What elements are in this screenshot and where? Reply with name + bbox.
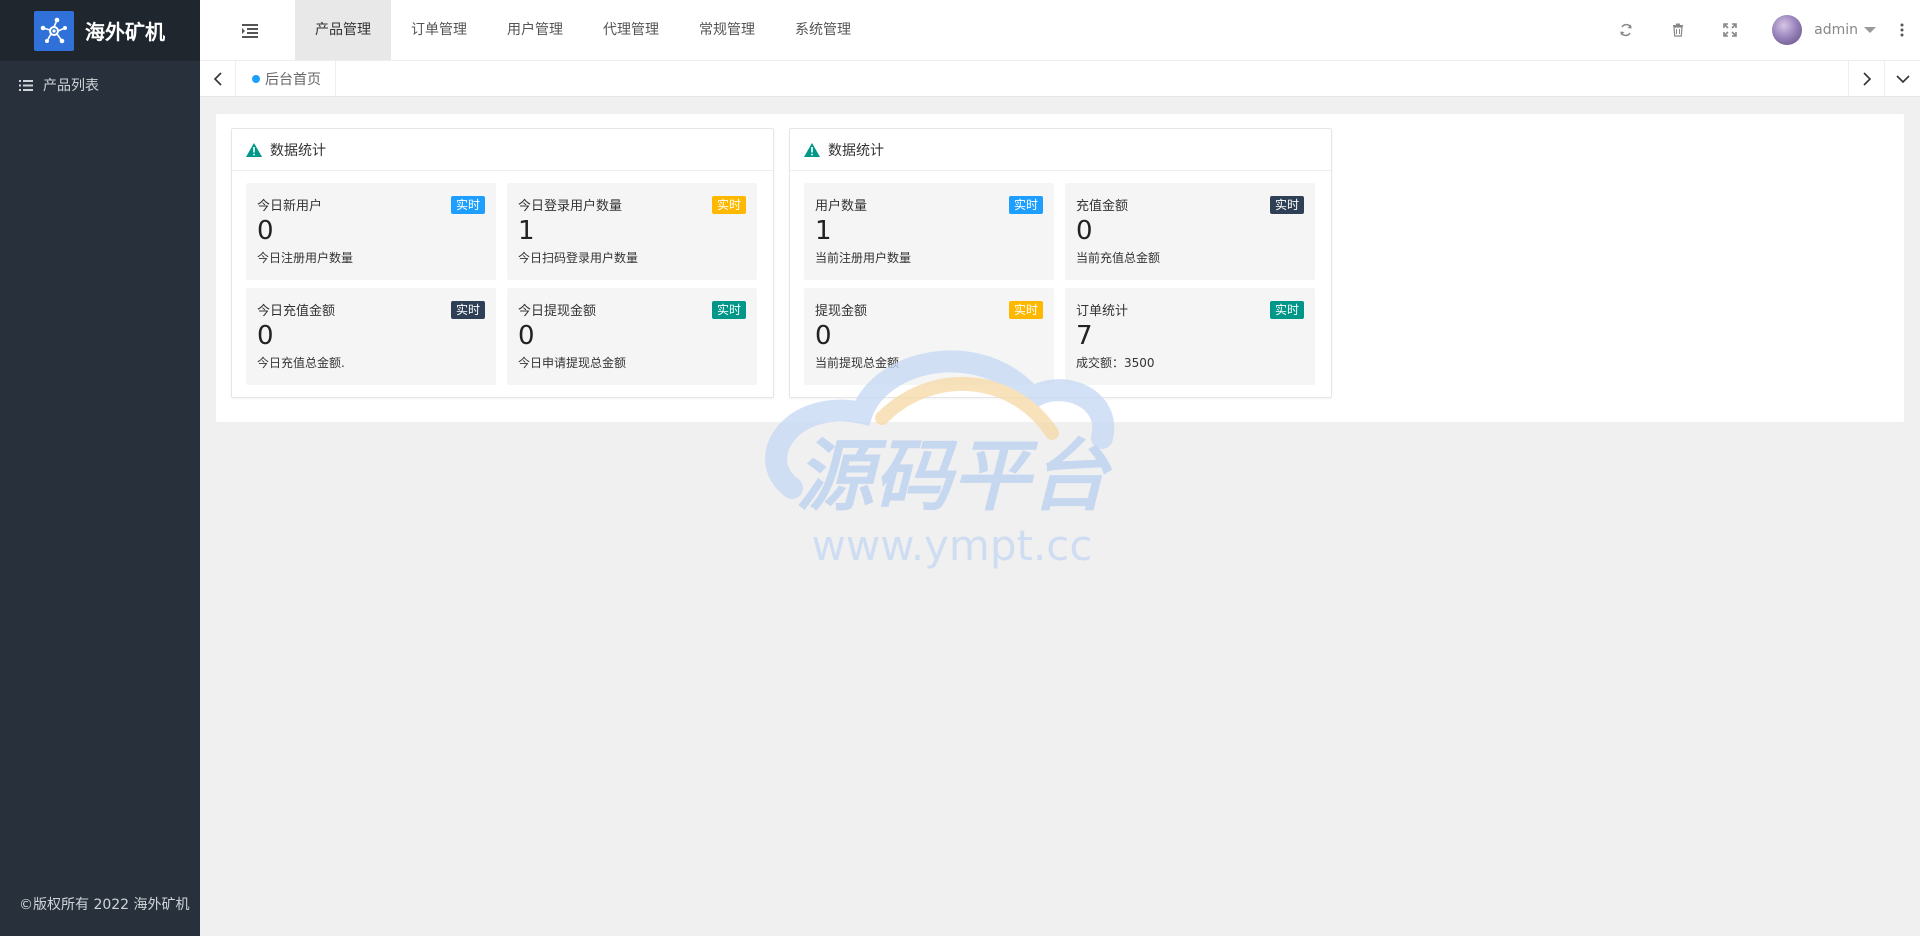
stat-desc: 当前注册用户数量 <box>815 251 912 265</box>
more-vertical-icon <box>1900 23 1904 37</box>
stat-value: 0 <box>257 321 274 351</box>
refresh-button[interactable] <box>1600 0 1652 60</box>
stat-desc: 今日充值总金额. <box>257 356 345 370</box>
watermark-url: www.ympt.cc <box>812 521 1093 570</box>
realtime-badge: 实时 <box>1269 301 1304 319</box>
stat-box-withdraw-amount: 提现金额 实时 0 当前提现总金额 <box>804 288 1054 385</box>
realtime-badge: 实时 <box>711 301 746 319</box>
nav-product-management[interactable]: 产品管理 <box>295 0 391 60</box>
stat-box-today-recharge: 今日充值金额 实时 0 今日充值总金额. <box>246 288 496 385</box>
realtime-badge: 实时 <box>1008 301 1043 319</box>
warning-icon <box>804 142 820 157</box>
panel-title: 数据统计 <box>270 142 326 159</box>
stat-desc: 成交额：3500 <box>1076 356 1155 370</box>
stat-box-recharge-amount: 充值金额 实时 0 当前充值总金额 <box>1065 183 1315 280</box>
nav-agent-management[interactable]: 代理管理 <box>583 0 679 60</box>
realtime-badge: 实时 <box>711 196 746 214</box>
panel-header: 数据统计 <box>790 129 1331 171</box>
refresh-icon <box>1620 23 1632 37</box>
nav-order-management[interactable]: 订单管理 <box>391 0 487 60</box>
tabs-menu-button[interactable] <box>1884 61 1920 97</box>
logo[interactable]: 海外矿机 <box>0 0 200 61</box>
header-toolbar: admin <box>1600 0 1920 60</box>
nav-system-management[interactable]: 系统管理 <box>775 0 871 60</box>
copyright-footer: ©版权所有 2022 海外矿机 <box>19 897 190 913</box>
panel-header: 数据统计 <box>232 129 773 171</box>
stat-box-order-stats: 订单统计 实时 7 成交额：3500 <box>1065 288 1315 385</box>
stat-value: 0 <box>257 216 274 246</box>
stat-value: 0 <box>518 321 535 351</box>
stat-desc: 当前提现总金额 <box>815 356 900 370</box>
nav-general-management[interactable]: 常规管理 <box>679 0 775 60</box>
dashboard-card: 数据统计 今日新用户 实时 0 今日注册用户数量 今日登录用户数量 实时 1 今… <box>216 114 1904 422</box>
chevron-down-icon <box>1895 75 1910 84</box>
realtime-badge: 实时 <box>1269 196 1304 214</box>
watermark-title: 源码平台 <box>796 432 1113 522</box>
clear-cache-button[interactable] <box>1652 0 1704 60</box>
sidebar: 海外矿机 产品列表 ©版权所有 2022 海外矿机 <box>0 0 200 936</box>
fullscreen-button[interactable] <box>1704 0 1756 60</box>
stat-value: 1 <box>518 216 535 246</box>
top-header: 产品管理 订单管理 用户管理 代理管理 常规管理 系统管理 admin <box>200 0 1920 61</box>
page-tabs: 后台首页 <box>200 61 1920 97</box>
chevron-right-icon <box>1862 72 1871 86</box>
fullscreen-icon <box>1723 23 1737 37</box>
stat-value: 0 <box>1076 216 1093 246</box>
stat-desc: 今日注册用户数量 <box>257 251 354 265</box>
tabs-scroll-right-button[interactable] <box>1848 61 1884 97</box>
username: admin <box>1814 22 1858 38</box>
stat-value: 1 <box>815 216 832 246</box>
tabs-scroll-left-button[interactable] <box>200 61 236 97</box>
tab-dashboard-home[interactable]: 后台首页 <box>236 61 336 97</box>
realtime-badge: 实时 <box>450 301 485 319</box>
chevron-left-icon <box>213 72 222 86</box>
warning-icon <box>246 142 262 157</box>
sidebar-item-label: 产品列表 <box>43 78 99 94</box>
stat-box-today-new-users: 今日新用户 实时 0 今日注册用户数量 <box>246 183 496 280</box>
tab-label: 后台首页 <box>265 72 321 88</box>
stat-desc: 今日扫码登录用户数量 <box>518 251 639 265</box>
stat-box-today-withdraw: 今日提现金额 实时 0 今日申请提现总金额 <box>507 288 757 385</box>
user-menu[interactable]: admin <box>1756 0 1884 60</box>
stat-value: 0 <box>815 321 832 351</box>
stats-panel-total: 数据统计 用户数量 实时 1 当前注册用户数量 充值金额 实时 0 当前充值总金… <box>789 128 1332 398</box>
chevron-down-icon <box>1864 27 1876 33</box>
avatar <box>1772 15 1803 45</box>
top-nav: 产品管理 订单管理 用户管理 代理管理 常规管理 系统管理 <box>295 0 871 60</box>
realtime-badge: 实时 <box>1008 196 1043 214</box>
active-dot-icon <box>252 75 260 83</box>
nav-user-management[interactable]: 用户管理 <box>487 0 583 60</box>
stat-desc: 今日申请提现总金额 <box>518 356 627 370</box>
stat-box-today-login-users: 今日登录用户数量 实时 1 今日扫码登录用户数量 <box>507 183 757 280</box>
stat-box-user-count: 用户数量 实时 1 当前注册用户数量 <box>804 183 1054 280</box>
more-button[interactable] <box>1884 0 1920 60</box>
stat-value: 7 <box>1076 321 1093 351</box>
stat-desc: 当前充值总金额 <box>1076 251 1161 265</box>
sidebar-item-product-list[interactable]: 产品列表 <box>0 61 200 109</box>
stats-panel-today: 数据统计 今日新用户 实时 0 今日注册用户数量 今日登录用户数量 实时 1 今… <box>231 128 774 398</box>
panel-title: 数据统计 <box>828 142 884 159</box>
realtime-badge: 实时 <box>450 196 485 214</box>
list-icon <box>19 79 33 91</box>
menu-toggle-icon[interactable] <box>242 24 258 38</box>
trash-icon <box>1673 23 1684 37</box>
logo-title: 海外矿机 <box>85 20 165 44</box>
logo-network-icon <box>34 10 74 51</box>
